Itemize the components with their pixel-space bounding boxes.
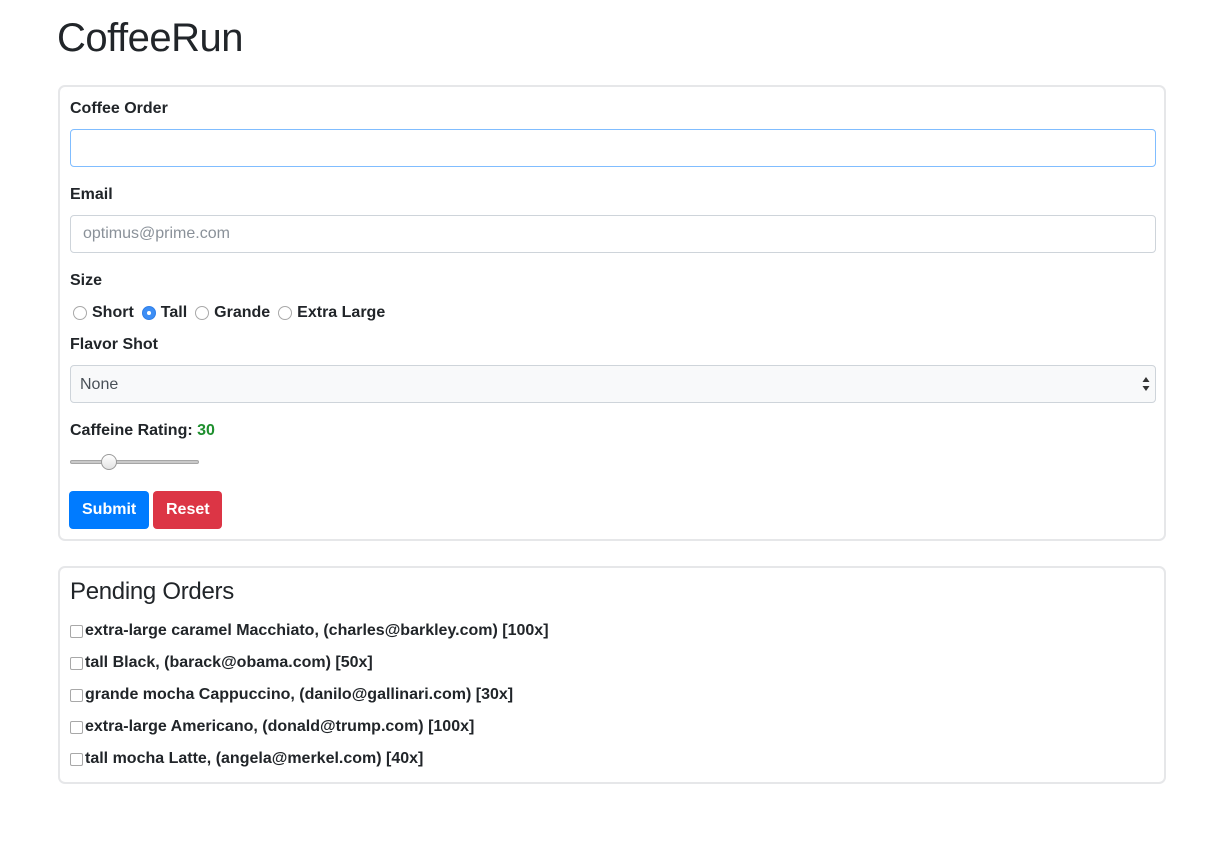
flavor-shot-selected: None: [80, 376, 119, 393]
order-text: extra-large caramel Macchiato, (charles@…: [85, 622, 549, 639]
size-option-label: Extra Large: [297, 304, 386, 321]
size-radio-tall[interactable]: [141, 306, 156, 320]
pending-order-item[interactable]: tall mocha Latte, (angela@merkel.com) [4…: [70, 743, 549, 775]
pending-order-item[interactable]: grande mocha Cappuccino, (danilo@gallina…: [70, 679, 549, 711]
size-label: Size: [70, 272, 103, 289]
flavor-shot-select[interactable]: None: [70, 365, 1156, 403]
pending-order-item[interactable]: tall Black, (barack@obama.com) [50x]: [70, 647, 549, 679]
flavor-shot-label: Flavor Shot: [70, 336, 159, 353]
size-radio-group: Short Tall Grande Extra Large: [73, 304, 393, 322]
order-checkbox[interactable]: [70, 720, 83, 734]
order-text: tall mocha Latte, (angela@merkel.com) [4…: [85, 750, 424, 767]
slider-thumb[interactable]: [101, 454, 118, 470]
order-checkbox[interactable]: [70, 656, 83, 670]
caffeine-rating-value: 30: [197, 422, 215, 439]
caffeine-rating-label: Caffeine Rating: 30: [70, 422, 215, 440]
order-checkbox[interactable]: [70, 688, 83, 702]
coffee-order-form: Coffee Order Email Size Short Tall Grand…: [58, 85, 1166, 541]
size-option-short[interactable]: Short: [73, 304, 134, 322]
pending-order-item[interactable]: extra-large Americano, (donald@trump.com…: [70, 711, 549, 743]
select-arrows-icon: [1142, 377, 1150, 391]
reset-button[interactable]: Reset: [153, 491, 222, 529]
order-text: extra-large Americano, (donald@trump.com…: [85, 718, 475, 735]
coffee-order-label: Coffee Order: [70, 100, 168, 117]
coffee-order-input[interactable]: [70, 129, 1156, 167]
size-option-label: Tall: [160, 304, 188, 321]
size-radio-extra-large[interactable]: [278, 306, 293, 320]
pending-order-item[interactable]: extra-large caramel Macchiato, (charles@…: [70, 615, 549, 647]
order-checkbox[interactable]: [70, 624, 83, 638]
caffeine-rating-text: Caffeine Rating:: [70, 422, 193, 439]
size-option-extra-large[interactable]: Extra Large: [278, 304, 385, 322]
size-option-tall[interactable]: Tall: [141, 304, 188, 322]
size-option-label: Short: [92, 304, 134, 321]
size-option-grande[interactable]: Grande: [195, 304, 270, 322]
pending-orders-title: Pending Orders: [70, 578, 234, 605]
caffeine-rating-slider[interactable]: [70, 454, 199, 470]
size-option-label: Grande: [214, 304, 271, 321]
order-text: grande mocha Cappuccino, (danilo@gallina…: [85, 686, 514, 703]
email-input[interactable]: [70, 215, 1156, 253]
submit-button[interactable]: Submit: [69, 491, 149, 529]
email-label: Email: [70, 186, 113, 203]
order-text: tall Black, (barack@obama.com) [50x]: [85, 654, 373, 671]
order-checkbox[interactable]: [70, 752, 83, 766]
size-radio-short[interactable]: [73, 306, 87, 320]
pending-orders-panel: Pending Orders extra-large caramel Macch…: [58, 566, 1166, 784]
app-title: CoffeeRun: [57, 16, 244, 60]
pending-order-list: extra-large caramel Macchiato, (charles@…: [70, 615, 549, 775]
size-radio-grande[interactable]: [195, 306, 210, 320]
